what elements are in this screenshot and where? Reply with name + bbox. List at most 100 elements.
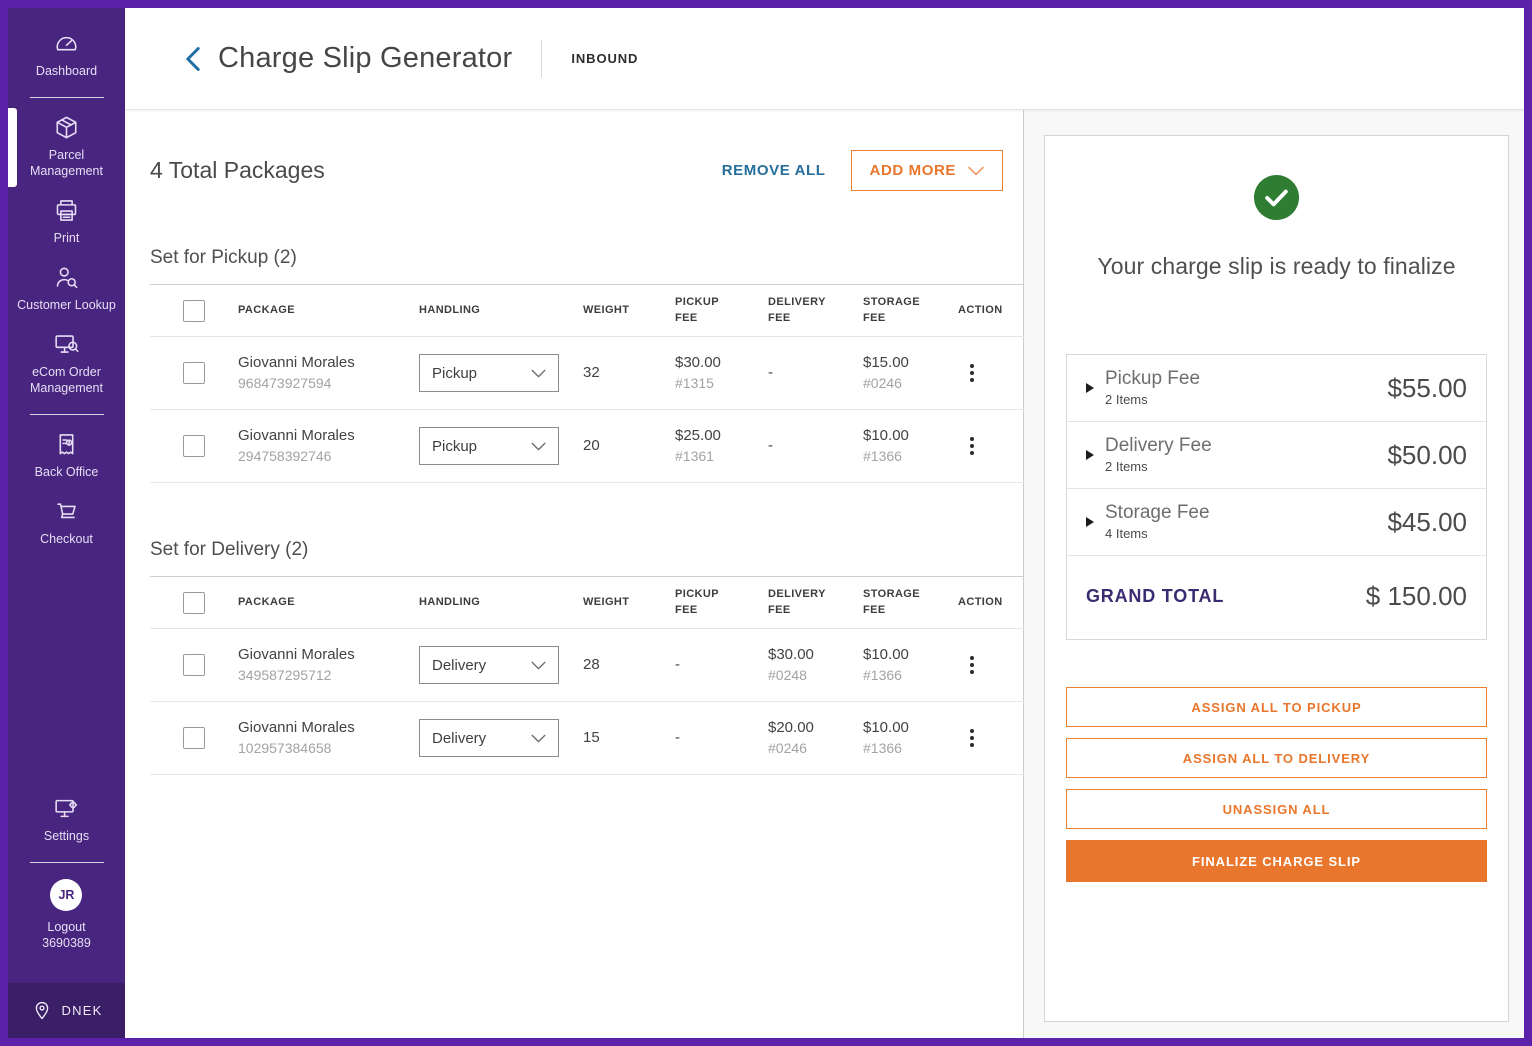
pickup-fee-value: $30.00	[675, 353, 768, 373]
handling-value: Pickup	[432, 365, 477, 382]
fee-row-storage: Storage Fee 4 Items $45.00	[1067, 489, 1486, 556]
row-actions-kebab-icon[interactable]	[958, 652, 986, 678]
total-packages-label: 4 Total Packages	[150, 157, 325, 184]
logout-id: 3690389	[42, 935, 91, 951]
weight-value: 20	[583, 436, 675, 456]
col-header-action: ACTION	[958, 303, 1024, 319]
package-tracking: 294758392746	[238, 446, 419, 466]
handling-select[interactable]: Pickup	[419, 354, 559, 392]
delivery-table: PACKAGE HANDLING WEIGHT PICKUP FEE DELIV…	[150, 576, 1024, 775]
settings-icon	[53, 795, 80, 822]
location-selector[interactable]: DNEK	[8, 983, 125, 1038]
col-header-pickup-fee: PICKUP FEE	[675, 587, 768, 619]
chevron-down-icon	[531, 734, 546, 743]
package-tracking: 102957384658	[238, 738, 419, 758]
pickup-table: PACKAGE HANDLING WEIGHT PICKUP FEE DELIV…	[150, 284, 1024, 483]
pickup-fee-ref: #1315	[675, 373, 768, 393]
fee-items-count: 4 Items	[1105, 524, 1210, 543]
sidebar-item-print[interactable]: Print	[8, 189, 125, 256]
packages-toolbar: 4 Total Packages REMOVE ALL ADD MORE	[150, 150, 1023, 191]
expand-triangle-icon[interactable]	[1086, 517, 1094, 527]
sidebar-item-label: eCom Order Management	[14, 364, 119, 396]
storage-fee-value: $10.00	[863, 718, 958, 738]
back-button[interactable]	[185, 46, 201, 72]
handling-value: Delivery	[432, 657, 486, 674]
sidebar-item-ecom-order-management[interactable]: eCom Order Management	[8, 323, 125, 406]
select-all-checkbox[interactable]	[183, 592, 205, 614]
content-row: 4 Total Packages REMOVE ALL ADD MORE Set…	[125, 110, 1524, 1038]
chevron-down-icon	[968, 166, 984, 176]
sidebar-item-label: Parcel Management	[14, 147, 119, 179]
fee-label: Pickup Fee	[1105, 367, 1200, 390]
chevron-down-icon	[531, 442, 546, 451]
status-message: Your charge slip is ready to finalize	[1066, 253, 1487, 280]
expand-triangle-icon[interactable]	[1086, 383, 1094, 393]
sidebar-item-checkout[interactable]: Checkout	[8, 490, 125, 557]
logout-button[interactable]: JR Logout 3690389	[42, 871, 91, 951]
row-checkbox[interactable]	[183, 727, 205, 749]
storage-fee-value: $15.00	[863, 353, 958, 373]
fee-amount: $55.00	[1387, 373, 1467, 404]
storage-fee-ref: #0246	[863, 373, 958, 393]
sidebar-item-back-office[interactable]: Back Office	[8, 423, 125, 490]
row-checkbox[interactable]	[183, 435, 205, 457]
unassign-all-button[interactable]: UNASSIGN ALL	[1066, 789, 1487, 829]
row-actions-kebab-icon[interactable]	[958, 360, 986, 386]
add-more-label: ADD MORE	[870, 162, 956, 179]
select-all-checkbox[interactable]	[183, 300, 205, 322]
col-header-weight: WEIGHT	[583, 303, 675, 319]
grand-total-label: GRAND TOTAL	[1086, 586, 1224, 607]
sidebar-item-dashboard[interactable]: Dashboard	[8, 22, 125, 89]
page-title: Charge Slip Generator	[218, 42, 512, 75]
handling-select[interactable]: Delivery	[419, 719, 559, 757]
finalize-charge-slip-button[interactable]: FINALIZE CHARGE SLIP	[1066, 840, 1487, 882]
assign-all-to-delivery-button[interactable]: ASSIGN ALL TO DELIVERY	[1066, 738, 1487, 778]
summary-buttons: ASSIGN ALL TO PICKUP ASSIGN ALL TO DELIV…	[1066, 687, 1487, 882]
remove-all-button[interactable]: REMOVE ALL	[722, 162, 826, 179]
storage-fee-value: $10.00	[863, 645, 958, 665]
summary-area: Your charge slip is ready to finalize Pi…	[1024, 110, 1524, 1038]
sidebar-item-settings[interactable]: Settings	[8, 787, 125, 854]
row-checkbox[interactable]	[183, 654, 205, 676]
sidebar-item-parcel-management[interactable]: Parcel Management	[8, 106, 125, 189]
storage-fee-ref: #1366	[863, 665, 958, 685]
row-actions-kebab-icon[interactable]	[958, 433, 986, 459]
sidebar-divider	[30, 862, 104, 863]
logout-label: Logout	[42, 919, 91, 935]
row-checkbox[interactable]	[183, 362, 205, 384]
printer-icon	[53, 197, 80, 224]
handling-select[interactable]: Delivery	[419, 646, 559, 684]
packages-panel: 4 Total Packages REMOVE ALL ADD MORE Set…	[125, 110, 1024, 1038]
delivery-fee-ref: #0248	[768, 665, 863, 685]
customer-lookup-icon	[53, 264, 80, 291]
package-name: Giovanni Morales	[238, 718, 419, 738]
col-header-package: PACKAGE	[238, 303, 419, 319]
table-row: Giovanni Morales 294758392746 Pickup 20 …	[150, 410, 1024, 483]
add-more-button[interactable]: ADD MORE	[851, 150, 1003, 191]
table-row: Giovanni Morales 102957384658 Delivery 1…	[150, 702, 1024, 775]
handling-select[interactable]: Pickup	[419, 427, 559, 465]
section-title-pickup: Set for Pickup (2)	[150, 247, 1023, 269]
sidebar-item-label: Settings	[14, 828, 119, 844]
cart-icon	[53, 498, 80, 525]
sidebar-item-customer-lookup[interactable]: Customer Lookup	[8, 256, 125, 323]
col-header-storage-fee: STORAGE FEE	[863, 295, 958, 327]
sidebar-item-label: Back Office	[14, 464, 119, 480]
grand-total-amount: $ 150.00	[1366, 581, 1467, 612]
col-header-package: PACKAGE	[238, 595, 419, 611]
col-header-handling: HANDLING	[419, 303, 583, 319]
storage-fee-ref: #1366	[863, 738, 958, 758]
assign-all-to-pickup-button[interactable]: ASSIGN ALL TO PICKUP	[1066, 687, 1487, 727]
expand-triangle-icon[interactable]	[1086, 450, 1094, 460]
row-actions-kebab-icon[interactable]	[958, 725, 986, 751]
col-header-delivery-fee: DELIVERY FEE	[768, 295, 863, 327]
col-header-weight: WEIGHT	[583, 595, 675, 611]
delivery-fee-value: -	[768, 363, 863, 383]
sidebar-item-label: Dashboard	[14, 63, 119, 79]
page-header: Charge Slip Generator INBOUND	[125, 8, 1524, 110]
package-name: Giovanni Morales	[238, 426, 419, 446]
col-header-delivery-fee: DELIVERY FEE	[768, 587, 863, 619]
col-header-handling: HANDLING	[419, 595, 583, 611]
pickup-fee-value: $25.00	[675, 426, 768, 446]
col-header-pickup-fee: PICKUP FEE	[675, 295, 768, 327]
